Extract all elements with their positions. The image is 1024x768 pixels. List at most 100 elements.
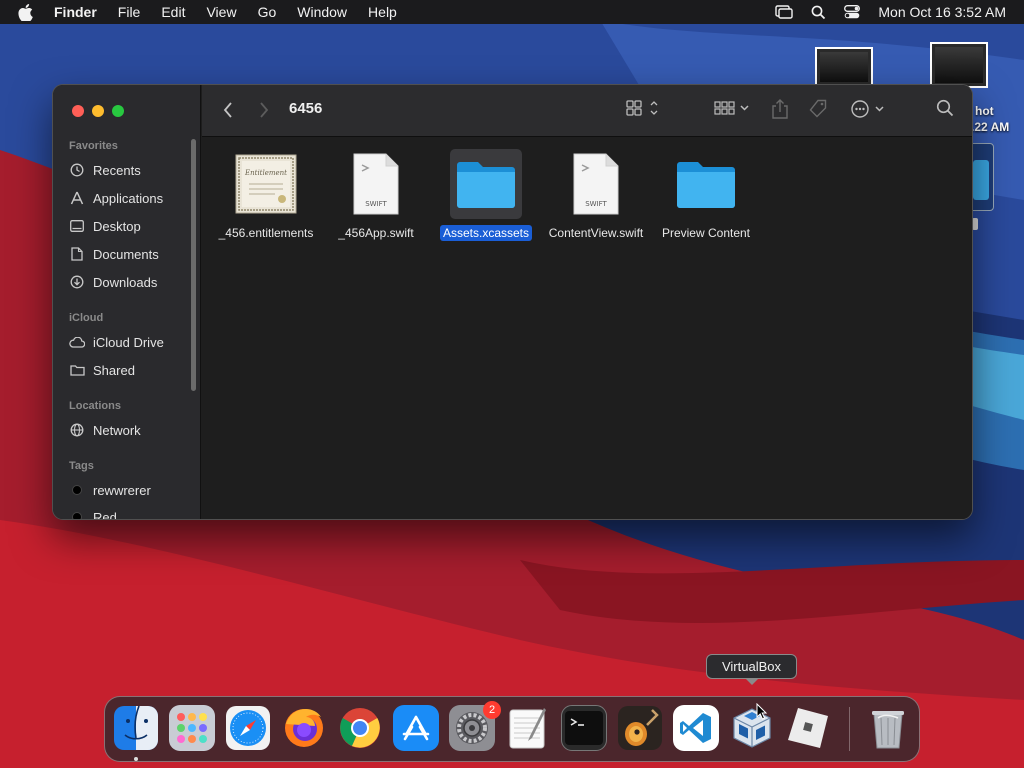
shared-folder-icon: [69, 362, 85, 378]
spotlight-search-icon[interactable]: [811, 5, 826, 20]
download-icon: [69, 274, 85, 290]
cloud-icon: [69, 334, 85, 350]
vscode-icon: [680, 713, 711, 743]
view-mode-button[interactable]: [626, 99, 660, 117]
menu-clock[interactable]: Mon Oct 16 3:52 AM: [878, 4, 1006, 20]
roblox-icon: [788, 708, 828, 748]
file-name: ContentView.swift: [548, 226, 644, 240]
sidebar-tag-red[interactable]: Red: [69, 506, 117, 520]
dock-divider: [849, 707, 850, 751]
menu-finder[interactable]: Finder: [54, 4, 97, 20]
guitar-icon: [618, 706, 662, 750]
dock-app-launchpad[interactable]: [169, 705, 215, 751]
sidebar-tag-rewwrerer[interactable]: rewwrerer: [69, 479, 151, 501]
control-center-icon[interactable]: [844, 5, 861, 19]
tag-icon[interactable]: [808, 99, 828, 119]
finder-window: Favorites Recents Applications Desktop D…: [52, 84, 973, 520]
tag-color-dot: [72, 512, 82, 519]
file-item[interactable]: SWIFT _456App.swift: [316, 149, 436, 241]
sidebar-section-tags: Tags: [69, 460, 94, 472]
desktop-icon-label: hot: [975, 104, 994, 118]
dock-app-system-preferences[interactable]: 2: [449, 701, 501, 751]
clock-icon: [69, 162, 85, 178]
menu-file[interactable]: File: [118, 4, 141, 20]
firefox-icon: [285, 709, 323, 747]
file-item[interactable]: SWIFT ContentView.swift: [536, 149, 656, 241]
sidebar-item-label: Shared: [93, 362, 135, 378]
desktop-screenshot-thumbnail[interactable]: [815, 47, 873, 87]
desktop-screenshot-thumbnail[interactable]: [930, 42, 988, 88]
sidebar-item-recents[interactable]: Recents: [69, 159, 141, 181]
menu-bar: Finder File Edit View Go Window Help Mon…: [0, 0, 1024, 24]
mouse-pointer: [756, 702, 768, 726]
menu-window[interactable]: Window: [297, 4, 347, 20]
sidebar-item-label: rewwrerer: [93, 482, 151, 498]
dock-app-terminal[interactable]: [561, 705, 607, 751]
sidebar-item-label: Recents: [93, 162, 141, 178]
minimize-button[interactable]: [92, 105, 104, 117]
dock-app-garageband[interactable]: [617, 705, 663, 751]
sidebar-item-desktop[interactable]: Desktop: [69, 215, 141, 237]
sidebar-item-label: Documents: [93, 246, 159, 262]
sidebar-section-locations: Locations: [69, 400, 121, 412]
globe-icon: [69, 422, 85, 438]
window-controls: [72, 105, 124, 117]
sidebar-item-shared[interactable]: Shared: [69, 359, 135, 381]
forward-button[interactable]: [258, 101, 270, 124]
swift-file-icon: SWIFT: [560, 149, 632, 219]
document-icon: [69, 246, 85, 262]
group-by-button[interactable]: [714, 99, 750, 117]
sidebar-item-downloads[interactable]: Downloads: [69, 271, 157, 293]
sidebar-section-favorites: Favorites: [69, 140, 118, 152]
dock-app-virtualbox[interactable]: [729, 705, 775, 751]
sidebar-item-label: Red: [93, 509, 117, 520]
svg-text:Entitlement: Entitlement: [244, 169, 287, 177]
folder-icon: [670, 149, 742, 219]
tag-color-dot: [72, 485, 82, 495]
file-browser: Entitlement _456.entitlements SWIFT _456…: [202, 137, 972, 519]
file-item[interactable]: Entitlement _456.entitlements: [206, 149, 326, 241]
sidebar-scrollbar[interactable]: [191, 139, 196, 391]
textedit-icon: [509, 708, 546, 749]
applications-icon: [69, 190, 85, 206]
sidebar-item-documents[interactable]: Documents: [69, 243, 159, 265]
file-name: Assets.xcassets: [439, 225, 533, 241]
file-type-badge: SWIFT: [585, 200, 607, 208]
launchpad-icon: [177, 713, 207, 743]
finder-icon: [114, 706, 158, 750]
dock-app-roblox[interactable]: [785, 705, 831, 751]
dock-app-safari[interactable]: [225, 705, 271, 751]
dock-app-firefox[interactable]: [281, 705, 327, 751]
chrome-icon: [340, 708, 380, 748]
sidebar-item-network[interactable]: Network: [69, 419, 141, 441]
close-button[interactable]: [72, 105, 84, 117]
dock-app-finder[interactable]: [113, 705, 159, 751]
file-name: Preview Content: [661, 226, 751, 240]
dock-app-app-store[interactable]: [393, 705, 439, 751]
menu-go[interactable]: Go: [258, 4, 277, 20]
file-item-selected[interactable]: Assets.xcassets: [426, 149, 546, 241]
menu-edit[interactable]: Edit: [161, 4, 185, 20]
file-item[interactable]: Preview Content: [646, 149, 766, 241]
back-button[interactable]: [222, 101, 234, 124]
finder-toolbar: 6456: [202, 85, 972, 137]
dock-app-vscode[interactable]: [673, 705, 719, 751]
sidebar-item-label: Downloads: [93, 274, 158, 290]
more-actions-button[interactable]: [850, 99, 886, 119]
search-icon[interactable]: [936, 99, 954, 117]
share-icon[interactable]: [771, 99, 789, 119]
sidebar-item-icloud-drive[interactable]: iCloud Drive: [69, 331, 164, 353]
folder-icon: [450, 149, 522, 219]
desktop-icon: [69, 218, 85, 234]
apple-menu-icon[interactable]: [18, 3, 36, 21]
dock-app-trash[interactable]: [865, 705, 911, 751]
menu-view[interactable]: View: [206, 4, 236, 20]
dock-app-textedit[interactable]: [505, 705, 551, 751]
screen-mirroring-icon[interactable]: [775, 5, 794, 19]
notification-badge: 2: [483, 701, 501, 719]
zoom-button[interactable]: [112, 105, 124, 117]
dock-app-chrome[interactable]: [337, 705, 383, 751]
finder-sidebar: Favorites Recents Applications Desktop D…: [53, 85, 201, 519]
menu-help[interactable]: Help: [368, 4, 397, 20]
sidebar-item-applications[interactable]: Applications: [69, 187, 163, 209]
